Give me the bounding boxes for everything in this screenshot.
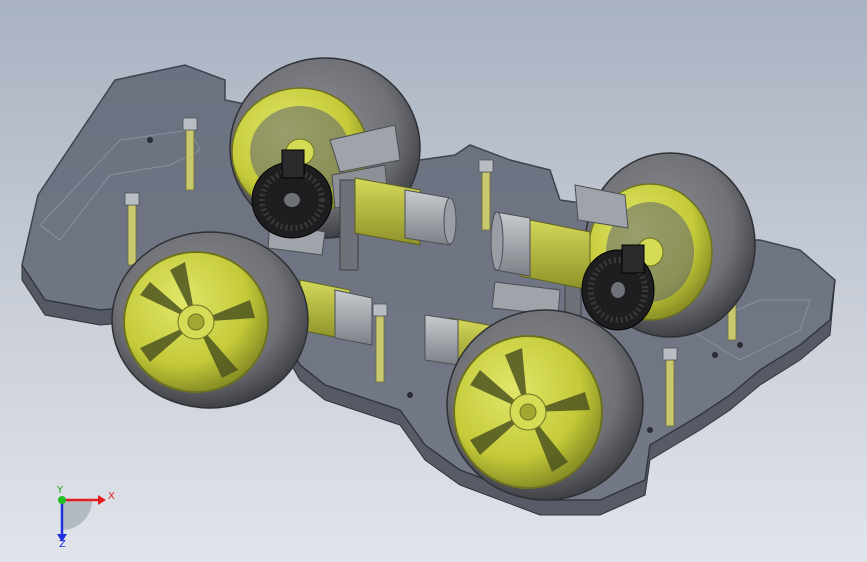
wheel-front-left — [111, 231, 309, 409]
x-axis-label: X — [108, 491, 115, 502]
cad-viewport[interactable]: X Y Z — [0, 0, 867, 562]
z-axis-label: Z — [59, 539, 66, 548]
x-axis-arrow — [98, 495, 106, 505]
robot-car-model[interactable] — [0, 0, 867, 562]
y-axis-label: Y — [56, 485, 64, 496]
wheel-front-right — [446, 309, 644, 501]
coordinate-triad-icon: X Y Z — [56, 485, 115, 548]
y-axis-dot — [58, 496, 66, 504]
